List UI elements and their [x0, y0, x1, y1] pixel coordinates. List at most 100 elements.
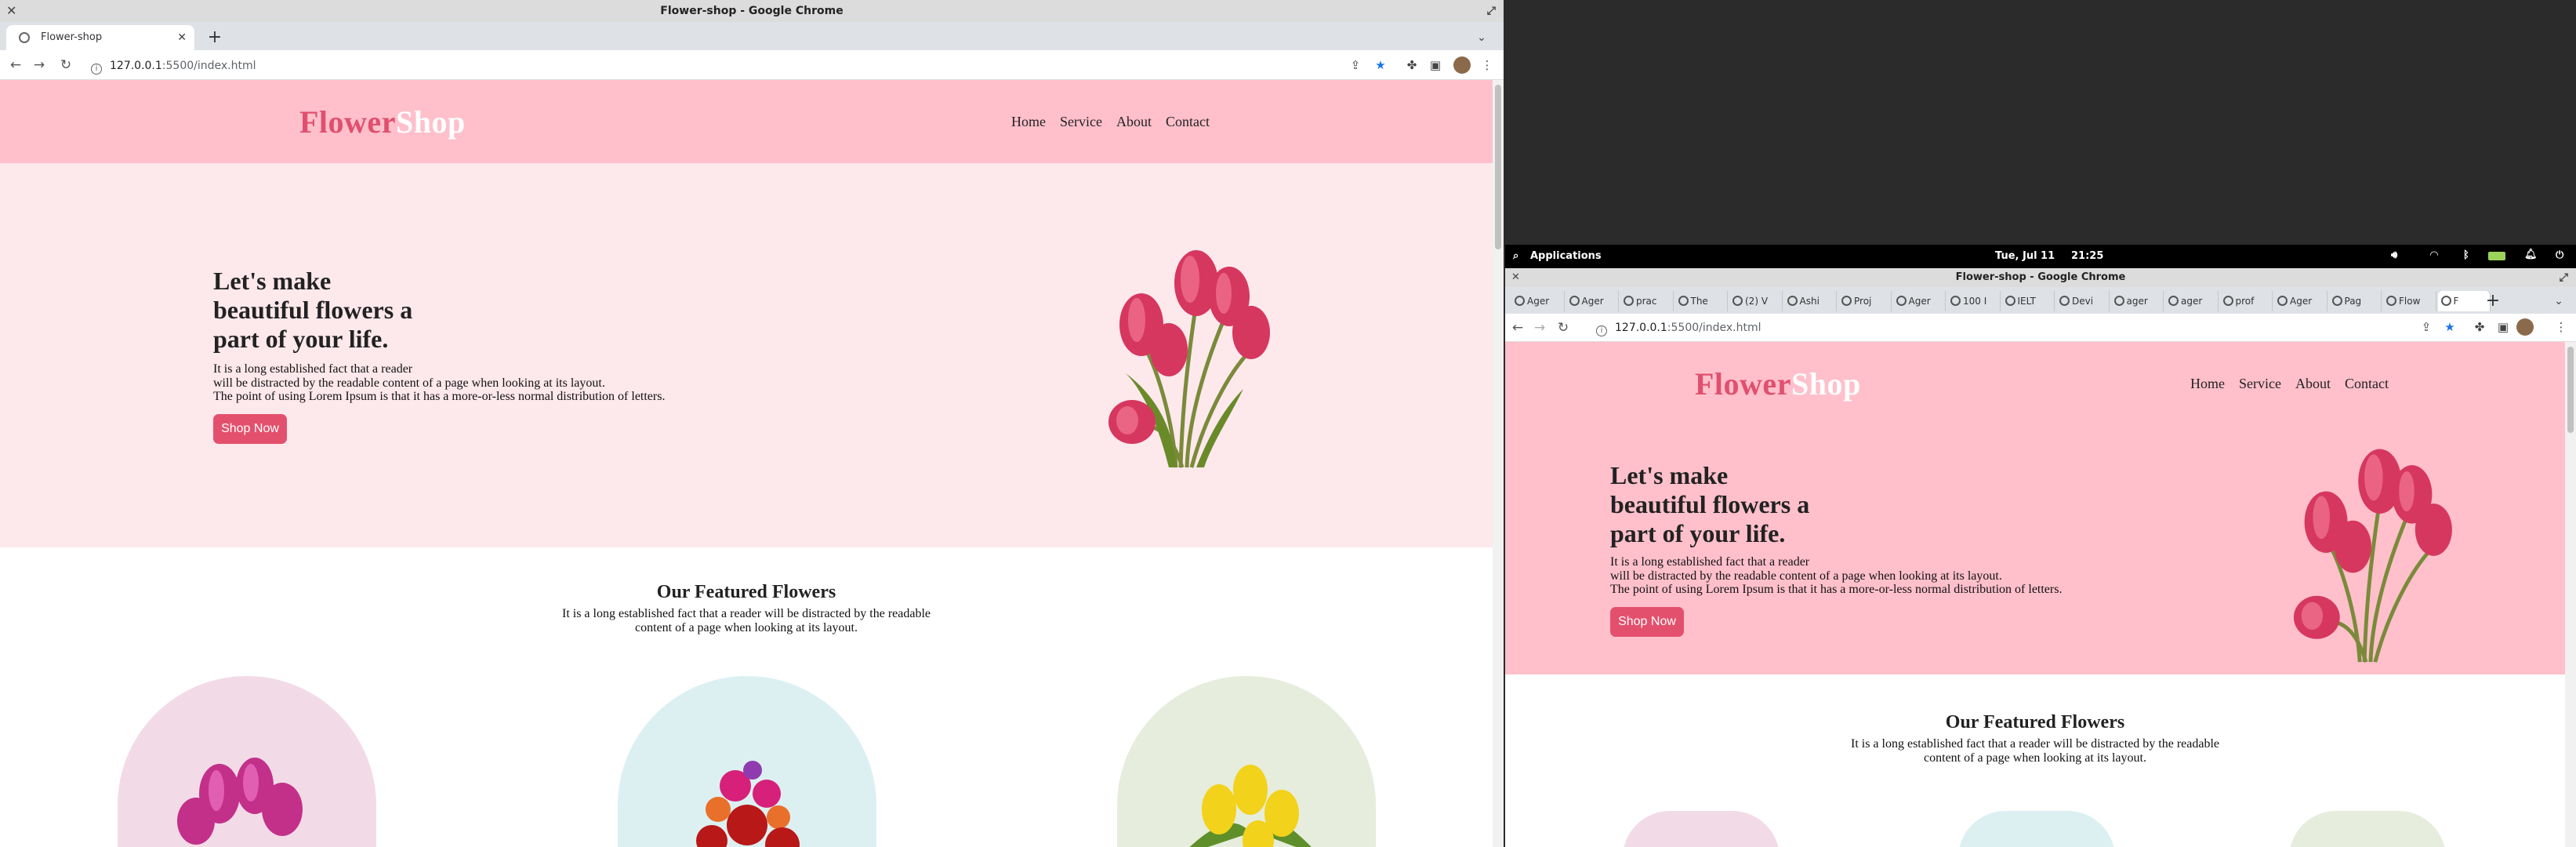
shop-now-button[interactable]: Shop Now	[1610, 607, 1684, 637]
clock-date[interactable]: Tue, Jul 11	[1995, 250, 2055, 262]
featured-card-yellow-tulips[interactable]	[1117, 676, 1376, 847]
share-icon[interactable]: ⇪	[1347, 56, 1364, 74]
close-icon[interactable]: ✕	[6, 0, 16, 22]
info-icon[interactable]: i	[91, 64, 102, 75]
nav-home[interactable]: Home	[1011, 114, 1046, 129]
volume-icon[interactable]: 🔊︎	[2391, 249, 2397, 261]
star-icon[interactable]: ★	[1372, 56, 1389, 74]
star-icon[interactable]: ★	[2441, 318, 2458, 336]
new-tab-button[interactable]: +	[2480, 289, 2505, 314]
kebab-menu-icon[interactable]: ⋮	[2552, 318, 2570, 336]
sidepanel-icon[interactable]: ▣	[2494, 318, 2512, 336]
browser-tab[interactable]: Devi	[2056, 291, 2110, 311]
browser-tab[interactable]: ager	[2111, 291, 2164, 311]
browser-tab[interactable]: The	[1675, 291, 1728, 311]
back-arrow-icon[interactable]: ←	[6, 56, 25, 75]
tab-favicon-icon	[1678, 296, 1689, 306]
browser-tab[interactable]: Ager	[1511, 291, 1565, 311]
address-bar[interactable]: i 127.0.0.1:5500/index.html	[1596, 318, 2380, 338]
scroll-thumb[interactable]	[1495, 85, 1501, 249]
right-scrollbar[interactable]	[2565, 342, 2576, 847]
tab-label: Devi	[2072, 296, 2094, 307]
kebab-menu-icon[interactable]: ⋮	[1478, 56, 1496, 74]
site-nav: Home Service About Contact	[2176, 376, 2389, 392]
share-icon[interactable]: ⇪	[2418, 318, 2435, 336]
left-scrollbar[interactable]	[1493, 80, 1504, 847]
tab-label: Ager	[1581, 296, 1604, 307]
extensions-icon[interactable]: ✤	[2471, 318, 2488, 336]
bluetooth-icon[interactable]: ᛒ	[2463, 249, 2469, 261]
browser-tab[interactable]: Ashi	[1784, 291, 1837, 311]
browser-tab[interactable]: Pag	[2329, 291, 2382, 311]
chevron-down-icon[interactable]: ⌄	[1469, 25, 1494, 50]
tab-flower-shop[interactable]: Flower-shop ✕	[6, 25, 194, 50]
close-tab-icon[interactable]: ✕	[177, 25, 187, 50]
info-icon[interactable]: i	[1596, 325, 1607, 336]
browser-tab[interactable]: Ager	[1893, 291, 1946, 311]
featured-card-pink-tulips[interactable]	[118, 676, 376, 847]
sidepanel-icon[interactable]: ▣	[1427, 56, 1444, 74]
tulip-bouquet-image	[2293, 449, 2452, 663]
nav-contact[interactable]: Contact	[1166, 114, 1210, 129]
profile-avatar[interactable]	[2516, 318, 2534, 336]
browser-tab[interactable]: 100 I	[1947, 291, 2001, 311]
browser-tab[interactable]: prac	[1620, 291, 1674, 311]
extensions-icon[interactable]: ✤	[1403, 56, 1420, 74]
tab-label: Flow	[2399, 296, 2421, 307]
browser-tab[interactable]: prof	[2220, 291, 2273, 311]
browser-tab[interactable]: Ager	[1566, 291, 1619, 311]
nav-service[interactable]: Service	[2239, 376, 2281, 391]
reload-icon[interactable]: ↻	[56, 56, 75, 75]
browser-tab[interactable]: IELT	[2002, 291, 2055, 311]
tab-label: (2) V	[1745, 296, 1769, 307]
featured-title: Our Featured Flowers	[656, 582, 836, 602]
forward-arrow-icon[interactable]: →	[1530, 318, 1549, 337]
browser-tab[interactable]: (2) V	[1729, 291, 1783, 311]
browser-tab[interactable]: Flow	[2383, 291, 2436, 311]
tab-label: Ashi	[1799, 296, 1820, 307]
featured-card-mixed-bouquet[interactable]	[618, 676, 876, 847]
site-header: FlowerShop Home Service About Contact	[1505, 342, 2565, 425]
nav-about[interactable]: About	[2295, 376, 2331, 391]
search-icon[interactable]: ⌕	[1513, 250, 1518, 262]
featured-card-blue[interactable]	[1958, 811, 2115, 847]
featured-card-green[interactable]	[2289, 811, 2446, 847]
shop-now-button[interactable]: Shop Now	[213, 414, 287, 444]
maximize-icon[interactable]: ⤢	[1487, 0, 1496, 22]
hero-section: Let's make beautiful flowers a part of you…	[0, 163, 1493, 547]
forward-arrow-icon[interactable]: →	[30, 56, 49, 75]
reload-icon[interactable]: ↻	[1554, 318, 1573, 337]
site-nav: Home Service About Contact	[997, 114, 1210, 130]
nav-about[interactable]: About	[1116, 114, 1152, 129]
profile-avatar[interactable]	[1453, 56, 1471, 74]
site-logo[interactable]: FlowerShop	[1695, 365, 1861, 402]
featured-card-pink[interactable]	[1623, 811, 1780, 847]
back-arrow-icon[interactable]: ←	[1508, 318, 1527, 337]
pink-tulips-image	[177, 758, 303, 845]
applications-menu[interactable]: Applications	[1530, 250, 1602, 262]
browser-tab[interactable]: ager	[2165, 291, 2219, 311]
maximize-icon[interactable]: ⤢	[2560, 268, 2568, 287]
tab-favicon-icon	[1787, 296, 1798, 306]
hero-section: Let's make beautiful flowers a part of you…	[1505, 425, 2565, 674]
tab-label: Pag	[2344, 296, 2362, 307]
browser-tab[interactable]: Proj	[1838, 291, 1892, 311]
featured-text: It is a long established fact that a rea…	[561, 607, 931, 634]
power-icon[interactable]: ⏻	[2556, 249, 2563, 261]
notification-icon[interactable]: 🔔︎	[2524, 249, 2538, 260]
nav-contact[interactable]: Contact	[2345, 376, 2389, 391]
clock-time[interactable]: 21:25	[2071, 250, 2103, 262]
nav-home[interactable]: Home	[2190, 376, 2225, 391]
close-icon[interactable]: ✕	[1511, 268, 1520, 287]
tab-favicon-icon	[2222, 296, 2233, 306]
new-tab-button[interactable]: +	[202, 25, 227, 50]
left-tabstrip: Flower-shop ✕ + ⌄	[0, 22, 1504, 50]
nav-service[interactable]: Service	[1060, 114, 1102, 129]
scroll-thumb[interactable]	[2567, 347, 2574, 433]
chevron-down-icon[interactable]: ⌄	[2546, 289, 2571, 314]
site-logo[interactable]: FlowerShop	[299, 104, 466, 140]
browser-tab[interactable]: Ager	[2274, 291, 2327, 311]
tab-label: Ager	[2290, 296, 2313, 307]
address-bar[interactable]: i 127.0.0.1:5500/index.html	[91, 56, 1314, 76]
wifi-icon[interactable]: ◠	[2430, 249, 2438, 261]
